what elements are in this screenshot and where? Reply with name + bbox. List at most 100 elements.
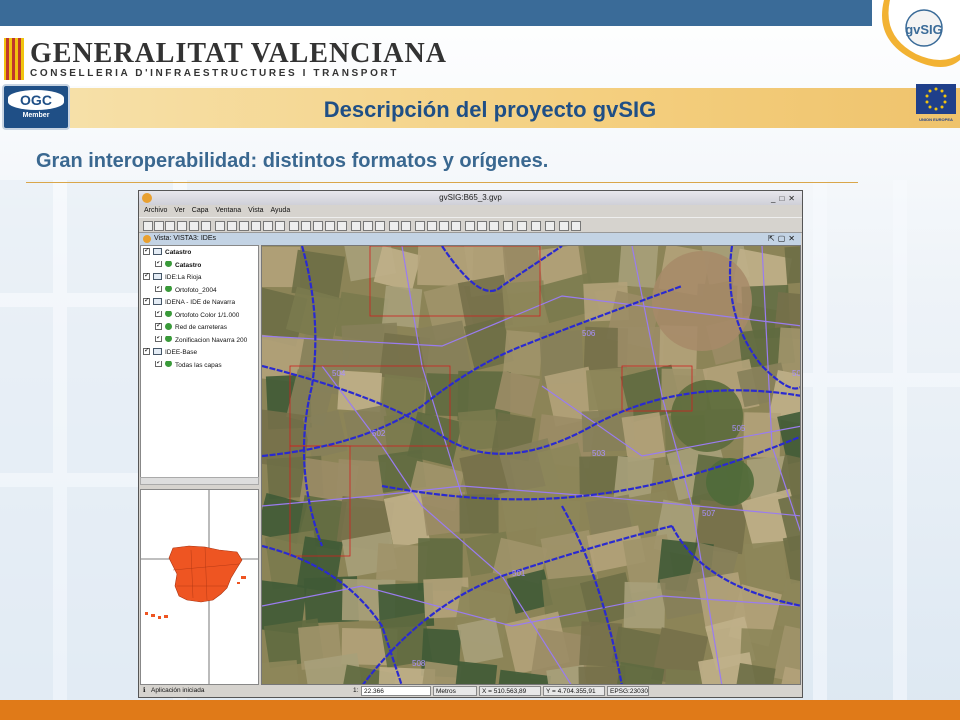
toolbar-button[interactable] [465,221,475,231]
toc-layer-item[interactable]: IDEE-Base [143,348,197,358]
toc-horizontal-scrollbar[interactable] [140,477,259,485]
parcel-number-label: 507 [702,509,716,518]
view-titlebar: Vista: VISTA3: IDEs ⇱▢✕ [140,233,801,245]
layer-checkbox[interactable] [143,248,150,256]
menu-vista[interactable]: Vista [248,205,263,217]
toolbar [139,217,802,233]
toc-layer-item[interactable]: IDE:La Rioja [143,273,202,283]
toolbar-button[interactable] [251,221,261,231]
toolbar-button[interactable] [215,221,225,231]
toolbar-button[interactable] [263,221,273,231]
layer-name: Todas las capas [175,361,222,369]
layer-checkbox[interactable] [155,285,162,293]
toc-layer-item[interactable]: Catastro [143,248,191,258]
layer-name: Ortofoto_2004 [175,286,217,294]
page-title: Descripción del proyecto gvSIG [323,97,657,122]
toolbar-button[interactable] [489,221,499,231]
map-canvas[interactable]: 502 503 505 501 504 506 507 508 509 [261,245,801,685]
toolbar-button[interactable] [477,221,487,231]
field-patch [381,285,423,328]
layer-checkbox[interactable] [155,323,162,331]
toolbar-button[interactable] [545,221,555,231]
toolbar-button[interactable] [559,221,569,231]
layer-checkbox[interactable] [155,260,162,268]
ogc-member-text: Member [22,112,50,119]
toc-layer-item[interactable]: IDENA - IDE de Navarra [143,298,235,308]
toolbar-button[interactable] [427,221,437,231]
toolbar-button[interactable] [275,221,285,231]
toolbar-button[interactable] [189,221,199,231]
toc-layer-item[interactable]: Ortofoto Color 1/1.000 [155,310,239,321]
menu-ventana[interactable]: Ventana [215,205,241,217]
toc-layer-item[interactable]: Red de carreteras [155,323,227,333]
toolbar-button[interactable] [239,221,249,231]
locator-map[interactable] [140,489,259,685]
parcel-number-label: 506 [582,329,596,338]
window-title: gvSIG:B65_3.gvp [439,193,502,202]
generalitat-name: GENERALITAT VALENCIANA [30,38,447,69]
page-subtitle: Gran interoperabilidad: distintos format… [36,150,549,172]
toolbar-button[interactable] [325,221,335,231]
toolbar-button[interactable] [289,221,299,231]
globe-icon [165,360,172,368]
view-icon [143,235,151,243]
toolbar-button[interactable] [363,221,373,231]
toolbar-button[interactable] [201,221,211,231]
layer-checkbox[interactable] [143,273,150,281]
layer-name: Zonificacion Navarra 200 [175,336,248,344]
field-patch [663,669,704,684]
layer-checkbox[interactable] [143,348,150,356]
toc-layer-item[interactable]: Todas las capas [155,360,222,371]
toolbar-button[interactable] [517,221,527,231]
toolbar-button[interactable] [351,221,361,231]
toolbar-button[interactable] [531,221,541,231]
eu-flag-icon: UNION EUROPEA [916,84,956,122]
view-title: Vista: VISTA3: IDEs [154,235,216,242]
toolbar-button[interactable] [301,221,311,231]
toolbar-button[interactable] [375,221,385,231]
toc-layer-item[interactable]: Zonificacion Navarra 200 [155,335,248,346]
epsg-field: EPSG:23030 [607,686,649,696]
gvsig-logo-text: gvSIG [905,22,943,37]
menu-ver[interactable]: Ver [174,205,185,217]
globe-icon [165,310,172,318]
menu-ayuda[interactable]: Ayuda [271,205,291,217]
layer-checkbox[interactable] [155,335,162,343]
toolbar-button[interactable] [143,221,153,231]
status-message: Aplicación iniciada [151,687,205,694]
window-controls[interactable]: _□✕ [771,192,799,206]
toolbar-button[interactable] [389,221,399,231]
parcel-number-label: 503 [592,449,606,458]
layer-checkbox[interactable] [155,360,162,368]
x-coordinate: X = 510.563,89 [479,686,541,696]
menu-capa[interactable]: Capa [192,205,209,217]
layer-checkbox[interactable] [155,310,162,318]
toolbar-button[interactable] [439,221,449,231]
toolbar-button[interactable] [165,221,175,231]
toolbar-button[interactable] [337,221,347,231]
field-patch [262,659,301,684]
status-bar: ℹ Aplicación iniciada 1: 22.366 Metros X… [139,685,802,697]
toolbar-button[interactable] [177,221,187,231]
toolbar-button[interactable] [503,221,513,231]
toolbar-button[interactable] [571,221,581,231]
toolbar-button[interactable] [313,221,323,231]
toolbar-button[interactable] [154,221,164,231]
toc-layer-item[interactable]: Catastro [155,260,201,271]
menubar: Archivo Ver Capa Ventana Vista Ayuda [139,205,802,217]
top-bar [0,0,872,26]
scale-input[interactable]: 22.366 [361,686,431,696]
toolbar-button[interactable] [415,221,425,231]
layer-group-icon [153,248,162,255]
layer-checkbox[interactable] [143,298,150,306]
view-window-controls[interactable]: ⇱▢✕ [768,233,798,245]
menu-archivo[interactable]: Archivo [144,205,167,217]
field-patch [452,661,498,684]
toolbar-button[interactable] [451,221,461,231]
gvsig-window: gvSIG:B65_3.gvp _□✕ Archivo Ver Capa Ven… [138,190,803,698]
toolbar-button[interactable] [227,221,237,231]
gvsig-logo: gvSIG [882,0,960,67]
field-patch [585,367,630,411]
toolbar-button[interactable] [401,221,411,231]
toc-layer-item[interactable]: Ortofoto_2004 [155,285,217,296]
